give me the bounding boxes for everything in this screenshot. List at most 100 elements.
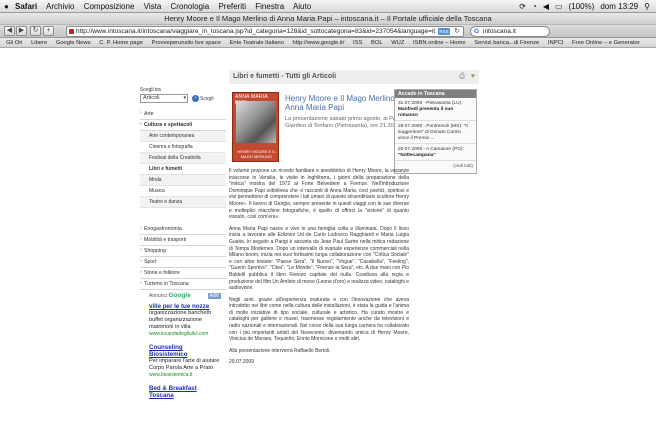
bookmark-item[interactable]: Ente Teatrale Italiano <box>230 40 284 46</box>
sidebar-item-enogastronomia[interactable]: Enogastronomia <box>140 224 226 235</box>
bookmark-item[interactable]: Libere <box>31 40 47 46</box>
sidebar-subitem[interactable]: Cinema e fotografia <box>140 142 226 153</box>
bookmark-item[interactable]: Servizi banca...di Firenze <box>474 40 539 46</box>
battery-percent: (100%) <box>568 2 595 11</box>
address-bar[interactable]: http://www.intoscana.it/intoscana/viaggi… <box>66 26 464 37</box>
menu-preferiti[interactable]: Preferiti <box>218 2 246 11</box>
adv-badge[interactable]: AdV <box>207 292 221 299</box>
sidebar-item-storia[interactable]: Storia e folklore <box>140 268 226 279</box>
sidebar-item-sport[interactable]: Sport <box>140 257 226 268</box>
menu-cronologia[interactable]: Cronologia <box>171 2 210 11</box>
address-reload-icon[interactable]: ↻ <box>454 27 460 36</box>
sidebar-item-arte[interactable]: Arte <box>140 109 226 120</box>
sidebar-item-cultura[interactable]: Cultura e spettacoli <box>140 120 226 131</box>
ad-desc: Per imparare l'arte di aiutare Corpo Par… <box>149 357 220 371</box>
choose-button[interactable]: › Scegli <box>192 95 214 102</box>
forward-button[interactable]: ▶ <box>16 26 27 36</box>
arrow-right-icon: › <box>192 95 199 102</box>
menu-vista[interactable]: Vista <box>144 2 162 11</box>
ads-by-label: Annunci <box>149 293 168 299</box>
article-paragraph: Anna Maria Papi nasce e vive in una fami… <box>229 225 409 292</box>
ad-title[interactable]: ville per le tue nozze <box>149 303 221 310</box>
site-favicon-icon <box>69 29 74 34</box>
news-text: Manfredi presenta il suo romanzo <box>398 106 454 118</box>
menu-aiuto[interactable]: Aiuto <box>293 2 311 11</box>
bookmark-item[interactable]: C. P. Home page <box>99 40 143 46</box>
sidebar-subitem[interactable]: Musica <box>140 186 226 197</box>
bookmark-item[interactable]: INPCI <box>548 40 563 46</box>
print-icon[interactable]: ⎙ <box>459 70 465 84</box>
choose-label: Scegli <box>200 95 214 102</box>
menu-safari[interactable]: Safari <box>15 2 37 11</box>
spotlight-icon[interactable]: ⚲ <box>644 0 650 13</box>
bookmark-item[interactable]: BOL <box>371 40 383 46</box>
article-paragraph: Negli anni, grazie all'esperienza matura… <box>229 296 409 343</box>
google-logo: Google <box>168 292 191 299</box>
sidebar-item-shopping[interactable]: Shopping <box>140 246 226 257</box>
back-button[interactable]: ◀ <box>4 26 15 36</box>
search-input[interactable]: G intoscana.it <box>470 26 550 37</box>
ad-title[interactable]: Bed & Breakfast Toscana <box>149 385 221 399</box>
google-search-icon: G <box>474 28 480 35</box>
bookmark-item[interactable]: ISBN online – Home <box>413 40 466 46</box>
news-text: "Nottecampana" <box>398 152 436 158</box>
clock[interactable]: dom 13:29 <box>600 0 638 13</box>
article-title[interactable]: Henry Moore e Il Mago Merlino di Anna Ma… <box>285 94 409 112</box>
news-box: Accade in Toscana 31.07.2009 - Pietrasan… <box>394 89 477 174</box>
sidebar-subitem[interactable]: Teatro e danza <box>140 197 226 208</box>
menu-archivio[interactable]: Archivio <box>46 2 74 11</box>
filter-label: Scegli tra <box>140 87 161 93</box>
volume-icon[interactable]: ◀ <box>543 0 549 13</box>
category-sidebar: Scegli tra Articoli ▾ › Scegli Arte Cult… <box>140 87 226 290</box>
news-item[interactable]: 29.07.2009 - Pontremoli (MS): "Il sugger… <box>395 121 476 144</box>
ad-item: Counseling Biosistemico Per imparare l'a… <box>149 344 221 378</box>
article-subtitle: La presentazione sabato primo agosto, al… <box>285 116 404 130</box>
sidebar-item-mobilita[interactable]: Mobilità e trasporti <box>140 235 226 246</box>
bookmark-item[interactable]: Provveperunsito live space <box>152 40 221 46</box>
sync-icon[interactable]: ⟳ <box>519 0 526 13</box>
news-date: 29.07.2009 - Pontremoli (MS): "Il sugger… <box>398 123 468 141</box>
add-bookmark-button[interactable]: + <box>43 26 54 36</box>
sidebar-subitem-active[interactable]: Libri e fumetti <box>140 164 226 175</box>
battery-icon[interactable]: ▭ <box>555 0 563 13</box>
rss-icon[interactable]: RSS <box>438 28 450 35</box>
book-title: HENRY MOORE E IL MAGO MERLINO <box>237 149 276 159</box>
sidebar-item-turismo[interactable]: Turismo in Toscana <box>140 279 226 290</box>
bookmark-item[interactable]: ISS <box>353 40 362 46</box>
ad-item: Bed & Breakfast Toscana <box>149 385 221 399</box>
ad-url[interactable]: www.locandadegliulivi.com <box>149 331 221 337</box>
browser-toolbar: ◀ ▶ ↻ + http://www.intoscana.it/intoscan… <box>0 25 656 38</box>
ad-item: ville per le tue nozze organizzazione ba… <box>149 303 221 337</box>
bookmark-item[interactable]: Free Online – e Generator <box>572 40 640 46</box>
url-text: http://www.intoscana.it/intoscana/viaggi… <box>76 28 436 35</box>
news-item[interactable]: 20.07.2009 - A Camaiore (PO): "Nottecamp… <box>395 144 476 161</box>
wifi-icon[interactable]: ◔ <box>532 0 537 13</box>
sidebar-subitem[interactable]: Festival della Creatività <box>140 153 226 164</box>
menu-finestra[interactable]: Finestra <box>255 2 284 11</box>
news-item[interactable]: 31.07.2009 - Pietrasanta (LU): Manfredi … <box>395 98 476 121</box>
bookmarks-bar: Gli Ori Libere Google News C. P. Home pa… <box>0 38 656 48</box>
google-ads: Annunci Google AdV ville per le tue nozz… <box>149 292 221 406</box>
search-value: intoscana.it <box>483 28 516 35</box>
book-photo <box>236 101 276 143</box>
article-paragraph: Alla presentazione interverrà Raffaello … <box>229 347 331 354</box>
sidebar-subitem[interactable]: Arte contemporanea <box>140 131 226 142</box>
bookmark-item[interactable]: Google News <box>56 40 91 46</box>
book-cover-image: ANNA MARIA PAPI HENRY MOORE E IL MAGO ME… <box>232 92 279 162</box>
main-content: Libri e fumetti - Tutti gli Articoli ⎙ ♥… <box>229 70 479 425</box>
ad-title[interactable]: Counseling Biosistemico <box>149 344 221 358</box>
sidebar-subitem[interactable]: Moda <box>140 175 226 186</box>
window-title: Henry Moore e Il Mago Merlino di Anna Ma… <box>0 13 656 25</box>
favorite-icon[interactable]: ♥ <box>471 70 475 84</box>
section-header: Libri e fumetti - Tutti gli Articoli ⎙ ♥ <box>229 70 479 84</box>
type-select[interactable]: Articoli ▾ <box>140 94 188 103</box>
bookmark-item[interactable]: http://www.google.it/ <box>292 40 344 46</box>
ad-url[interactable]: www.biosistemica.it <box>149 372 221 378</box>
bookmark-item[interactable]: Gli Ori <box>6 40 22 46</box>
bookmark-item[interactable]: WUZ <box>391 40 404 46</box>
menu-composizione[interactable]: Composizione <box>84 2 135 11</box>
apple-icon[interactable]: ● <box>4 0 9 13</box>
article-date: 29.07.2009 <box>229 359 255 366</box>
system-menubar: ● Safari Archivio Composizione Vista Cro… <box>0 0 656 13</box>
reload-icon[interactable]: ↻ <box>30 26 41 36</box>
